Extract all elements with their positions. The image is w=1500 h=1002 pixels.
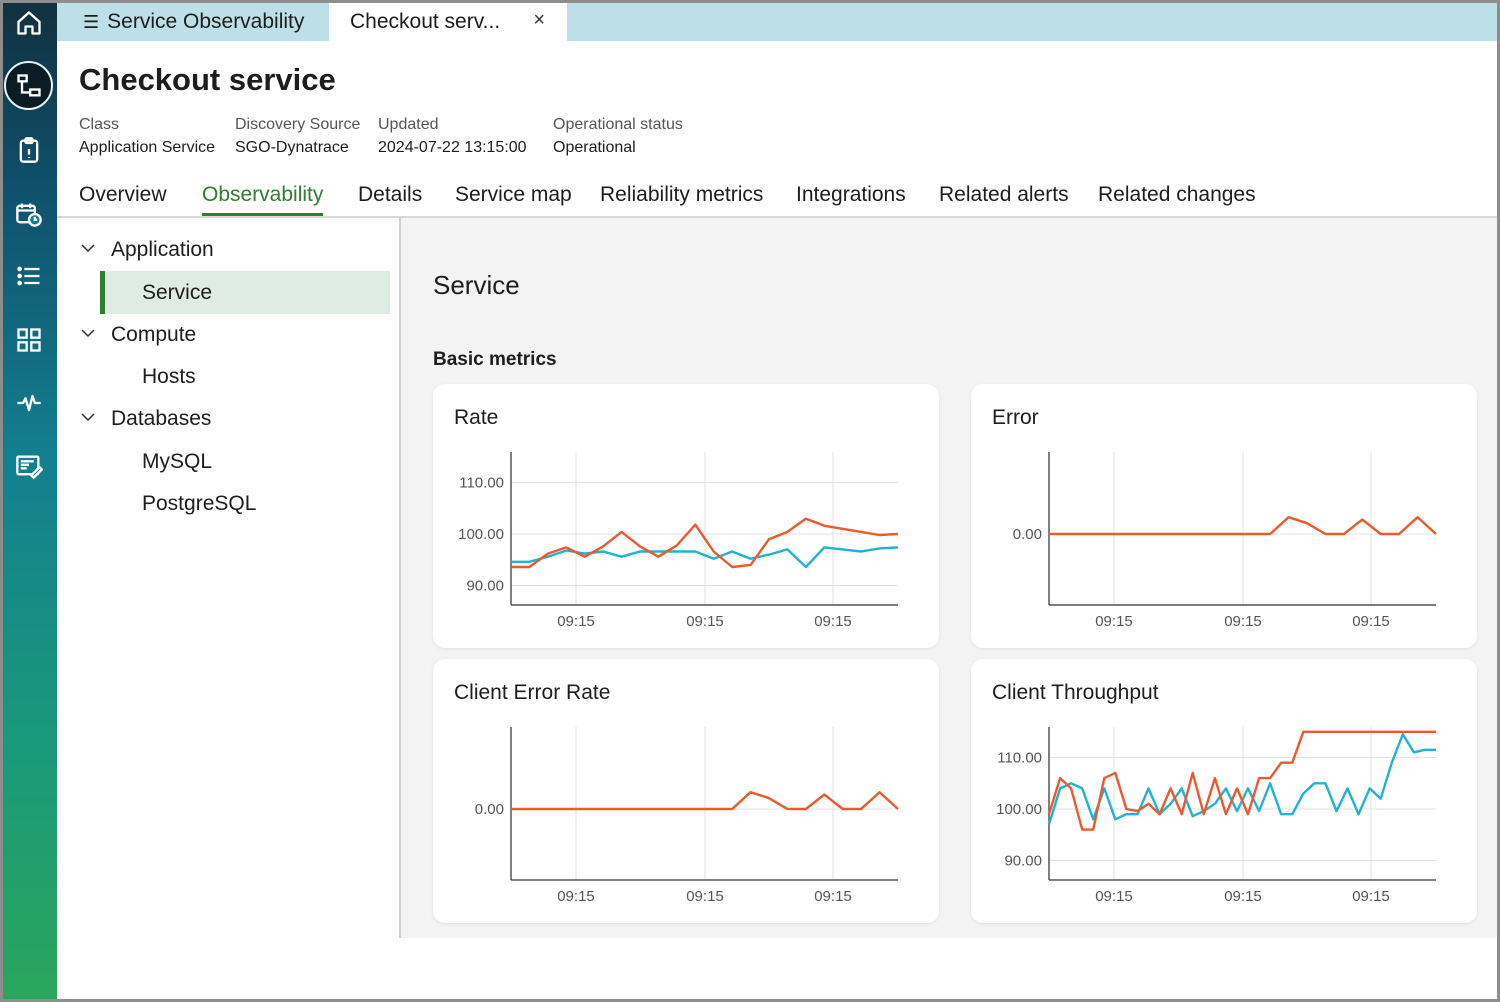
x-tick-label: 09:15 [1352, 613, 1390, 630]
tab-details[interactable]: Details [358, 183, 422, 207]
home-icon[interactable] [6, 0, 51, 45]
x-tick-label: 09:15 [686, 888, 724, 905]
rate-chart: 110.00 100.00 90.00 09:15 09:15 09:15 [458, 452, 899, 630]
x-tick-label: 09:15 [814, 613, 852, 630]
x-tick-label: 09:15 [557, 888, 595, 905]
meta-operational-status: Operational status Operational [553, 116, 683, 157]
tab-related-changes[interactable]: Related changes [1098, 183, 1256, 207]
meta-updated: Updated 2024-07-22 13:15:00 [378, 116, 527, 157]
x-tick-label: 09:15 [1095, 888, 1133, 905]
chart-title: Error [992, 406, 1039, 429]
error-chart: 0.00 09:15 09:15 09:15 [1013, 452, 1437, 630]
meta-value: Operational [553, 139, 636, 156]
tree-node-mysql[interactable]: MySQL [142, 450, 212, 474]
tab-related-alerts[interactable]: Related alerts [939, 183, 1069, 207]
meta-key: Discovery Source [235, 116, 361, 133]
y-tick-label: 0.00 [475, 801, 504, 818]
window-tab-strip: ☰ Service Observability Checkout serv...… [57, 3, 1497, 41]
left-rail [0, 0, 57, 1002]
tab-overview[interactable]: Overview [79, 183, 167, 207]
tree-node-label: Application [111, 238, 214, 261]
client-error-rate-card: 0.00 09:15 09:15 09:15 Client Error Rate [433, 659, 939, 923]
tree-node-label: Compute [111, 323, 197, 346]
chevron-down-icon[interactable] [79, 239, 101, 261]
meta-class: Class Application Service [79, 116, 215, 157]
tab-reliability-metrics[interactable]: Reliability metrics [600, 183, 763, 207]
y-tick-label: 100.00 [996, 801, 1042, 818]
chart-title: Client Throughput [992, 681, 1159, 704]
tree-node-databases[interactable]: Databases [79, 407, 211, 431]
client-throughput-card: 110.00 100.00 90.00 09:15 09:15 09:15 Client … [971, 659, 1477, 923]
tree-node-compute[interactable]: Compute [79, 323, 196, 347]
error-card: 0.00 09:15 09:15 09:15 Error [971, 384, 1477, 648]
tree-node-label: Hosts [142, 365, 196, 388]
y-tick-label: 90.00 [1004, 853, 1042, 870]
chevron-down-icon[interactable] [79, 324, 101, 346]
meta-key: Operational status [553, 116, 683, 133]
tab-label: Checkout serv... [350, 10, 501, 33]
y-tick-label: 110.00 [997, 750, 1042, 767]
tree-node-label: MySQL [142, 450, 213, 473]
tab-observability[interactable]: Observability [202, 183, 324, 216]
meta-key: Class [79, 116, 120, 133]
tab-integrations[interactable]: Integrations [796, 183, 906, 207]
x-tick-label: 09:15 [1224, 613, 1262, 630]
calendar-clock-icon[interactable] [6, 191, 51, 236]
tree-node-label: PostgreSQL [142, 492, 257, 515]
tree-node-application[interactable]: Application [79, 238, 214, 262]
y-tick-label: 100.00 [458, 526, 504, 543]
y-tick-label: 110.00 [459, 475, 504, 492]
tree-node-hosts[interactable]: Hosts [142, 365, 196, 389]
report-edit-icon[interactable] [6, 443, 51, 488]
clipboard-icon[interactable] [6, 127, 51, 172]
meta-value: Application Service [79, 139, 216, 156]
tab-checkout-service[interactable]: Checkout serv... × [329, 3, 567, 41]
chevron-down-icon[interactable] [79, 408, 101, 430]
observability-tree: Application Service Compute Hosts Databa… [57, 218, 400, 938]
x-tick-label: 09:15 [1352, 888, 1390, 905]
subsection-title: Basic metrics [433, 349, 557, 370]
tree-node-label: Databases [111, 407, 212, 430]
meta-discovery-source: Discovery Source SGO-Dynatrace [235, 116, 360, 157]
x-tick-label: 09:15 [1224, 888, 1262, 905]
metrics-panel: Service Basic metrics 110.00 100.00 90.00 0… [401, 218, 1497, 938]
y-tick-label: 0.00 [1013, 526, 1042, 543]
chart-title: Rate [454, 406, 499, 429]
section-title: Service [433, 270, 520, 300]
page-title: Checkout service [79, 62, 336, 97]
x-tick-label: 09:15 [686, 613, 724, 630]
pulse-icon[interactable] [6, 380, 51, 425]
y-tick-label: 90.00 [466, 578, 504, 595]
x-tick-label: 09:15 [1095, 613, 1133, 630]
tab-service-observability[interactable]: ☰ Service Observability [83, 3, 304, 41]
close-icon[interactable]: × [533, 9, 545, 32]
tree-node-postgresql[interactable]: PostgreSQL [142, 492, 256, 516]
rate-card: 110.00 100.00 90.00 09:15 09:15 09:15 Rate [433, 384, 939, 648]
list-icon: ☰ [83, 11, 100, 32]
dashboard-grid-icon[interactable] [6, 317, 51, 362]
x-tick-label: 09:15 [814, 888, 852, 905]
meta-value: 2024-07-22 13:15:00 [378, 139, 527, 156]
service-tree-icon[interactable] [4, 61, 53, 110]
meta-value: SGO-Dynatrace [235, 139, 349, 156]
tree-node-service[interactable]: Service [100, 271, 390, 314]
tab-label: Service Observability [107, 10, 305, 33]
meta-key: Updated [378, 116, 439, 133]
x-tick-label: 09:15 [557, 613, 595, 630]
tree-node-label: Service [142, 280, 213, 304]
list-icon[interactable] [6, 253, 51, 298]
page-footer-space [57, 938, 1497, 1000]
tab-service-map[interactable]: Service map [455, 183, 572, 207]
chart-title: Client Error Rate [454, 681, 611, 704]
